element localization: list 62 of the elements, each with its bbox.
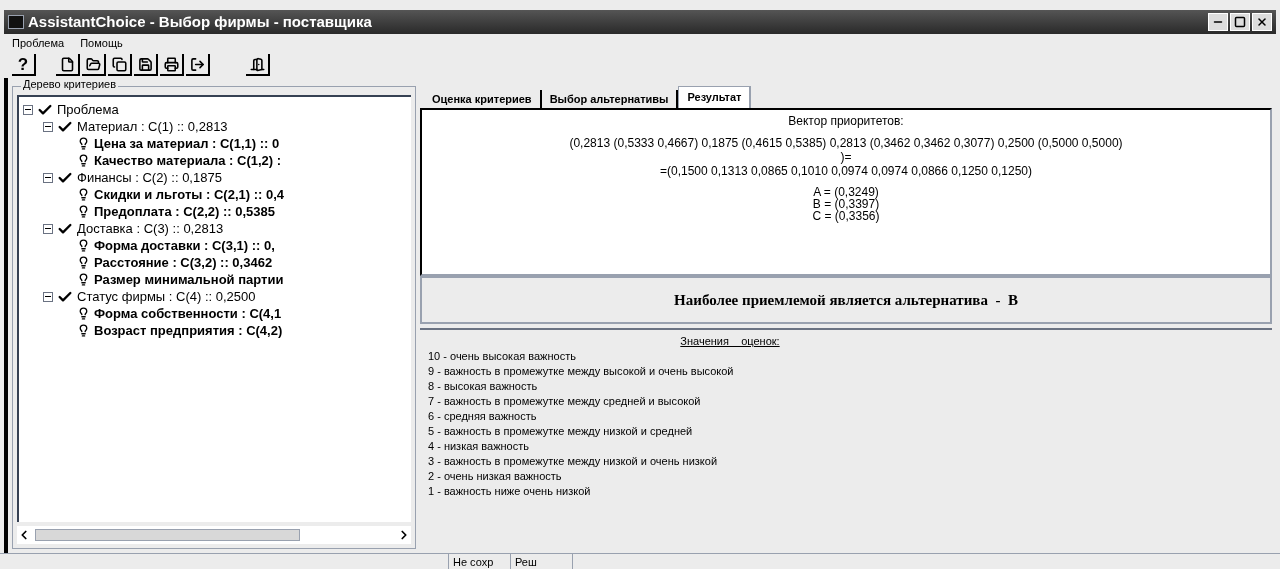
save-icon: [137, 56, 153, 72]
status-field: Реш: [510, 554, 572, 569]
collapse-icon[interactable]: [43, 223, 53, 234]
formula-line: =(0,1500 0,1313 0,0865 0,1010 0,0974 0,0974 0,0866 0,1250 0,1250): [660, 164, 1032, 178]
formula-line: (0,2813 (0,5333 0,4667) 0,1875 (0,4615 0,5385) 0,2813 (0,3462 0,3462 0,3077) 0,2500 (0,5000 0,5000): [569, 136, 1123, 150]
scale-item: 5 - важность в промежутке между низкой и средней: [428, 424, 694, 439]
collapse-icon[interactable]: [43, 121, 53, 132]
door-icon: [249, 56, 265, 72]
new-file-button[interactable]: [56, 54, 80, 76]
collapse-icon[interactable]: [23, 104, 33, 115]
lightbulb-icon: [77, 188, 90, 201]
lightbulb-icon: [77, 154, 90, 167]
lightbulb-icon: [77, 256, 90, 269]
copy-button[interactable]: [108, 54, 132, 76]
folder-icon: [85, 56, 101, 72]
lightbulb-icon: [77, 239, 90, 252]
copy-icon: [111, 56, 127, 72]
tab[interactable]: Результат: [678, 86, 752, 108]
group-title: Дерево критериев: [21, 79, 119, 90]
scale-item: 4 - низкая важность: [428, 439, 530, 454]
window-title: AssistantChoice - Выбор фирмы - поставщика: [28, 11, 372, 32]
close-button[interactable]: [1252, 13, 1272, 31]
scale-item: 2 - очень низкая важность: [428, 469, 563, 484]
collapse-icon[interactable]: [43, 291, 53, 302]
horizontal-scrollbar[interactable]: [17, 526, 411, 544]
alternative-score: B = (0,3397): [812, 198, 880, 210]
help-button[interactable]: ?: [12, 54, 36, 76]
lightbulb-icon: [77, 137, 90, 150]
maximize-icon: [1234, 16, 1246, 28]
scale-item: 3 - важность в промежутке между низкой и очень низкой: [428, 454, 719, 469]
scale-item: 7 - важность в промежутке между средней и высокой: [428, 394, 702, 409]
lightbulb-icon: [77, 307, 90, 320]
open-button[interactable]: [82, 54, 106, 76]
scale-item: 1 - важность ниже очень низкой: [428, 484, 592, 499]
app-icon: [8, 15, 24, 29]
conclusion-text: Наиболее приемлемой является альтернатива - B: [674, 290, 1018, 310]
scale-item: 6 - средняя важность: [428, 409, 538, 424]
print-button[interactable]: [160, 54, 184, 76]
export-icon: [189, 56, 205, 72]
minimize-button[interactable]: [1208, 13, 1228, 31]
status-field: Не сохр: [448, 554, 510, 569]
export-button[interactable]: [186, 54, 210, 76]
save-button[interactable]: [134, 54, 158, 76]
formula-line: )=: [840, 150, 852, 164]
scale-item: 8 - высокая важность: [428, 379, 539, 394]
collapse-icon[interactable]: [43, 172, 53, 183]
result-heading: Вектор приоритетов:: [788, 114, 904, 128]
menu-item[interactable]: Помощь: [80, 34, 123, 52]
scale-item: 9 - важность в промежутке между высокой и очень высокой: [428, 364, 735, 379]
alternative-score: C = (0,3356): [812, 210, 880, 222]
printer-icon: [163, 56, 179, 72]
close-icon: [1256, 16, 1268, 28]
menu-item[interactable]: Проблема: [12, 34, 65, 52]
file-icon: [59, 56, 75, 72]
scale-title: Значения оценок:: [680, 334, 780, 349]
lightbulb-icon: [77, 273, 90, 286]
maximize-button[interactable]: [1230, 13, 1250, 31]
lightbulb-icon: [77, 205, 90, 218]
alternative-score: A = (0,3249): [813, 186, 879, 198]
scale-item: 10 - очень высокая важность: [428, 349, 577, 364]
exit-button[interactable]: [246, 54, 270, 76]
lightbulb-icon: [77, 324, 90, 337]
